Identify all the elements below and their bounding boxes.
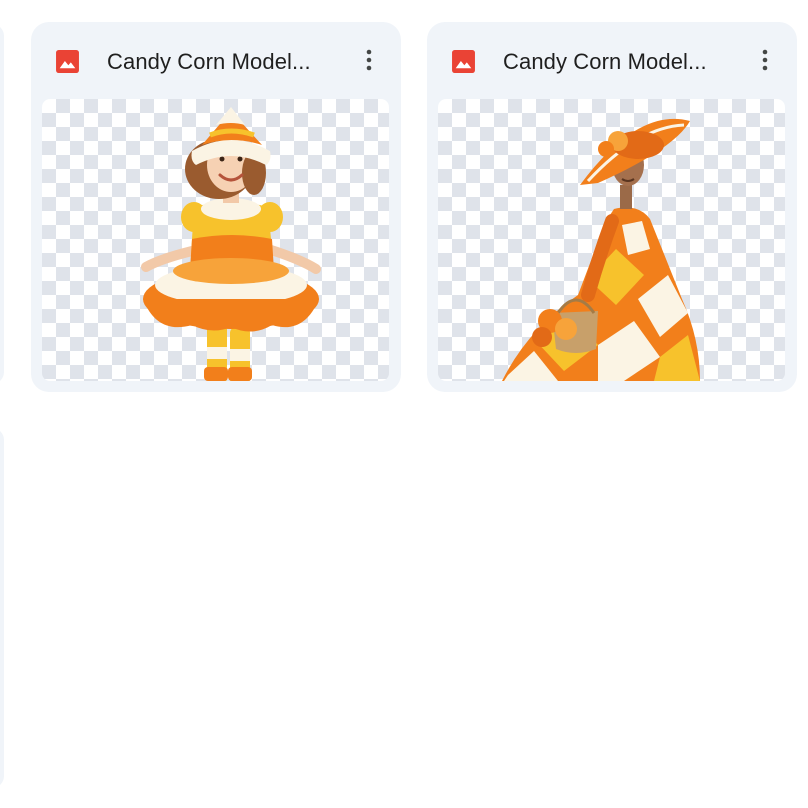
file-card-header: Candy Corn Model... (31, 22, 401, 100)
more-vert-icon (366, 49, 372, 71)
file-card-header: Candy Corn Model... (427, 22, 797, 100)
file-name: Candy Corn Model... (503, 49, 707, 74)
preview-woman-candy-corn-gown (502, 118, 700, 381)
more-options-button[interactable] (353, 44, 385, 76)
preview-girl-candy-corn-dress (141, 107, 321, 381)
file-card-partial[interactable] (0, 428, 4, 788)
file-grid: Candy Corn Model... Candy Corn Model... (0, 0, 808, 808)
file-thumbnail[interactable] (438, 99, 785, 381)
image-file-icon (56, 50, 79, 73)
more-vert-icon (762, 49, 768, 71)
file-card[interactable]: Candy Corn Model... (427, 22, 797, 392)
file-name: Candy Corn Model... (107, 49, 311, 74)
file-card-partial[interactable] (0, 24, 4, 384)
more-options-button[interactable] (749, 44, 781, 76)
file-thumbnail[interactable] (42, 99, 389, 381)
image-file-icon (452, 50, 475, 73)
file-card[interactable]: Candy Corn Model... (31, 22, 401, 392)
